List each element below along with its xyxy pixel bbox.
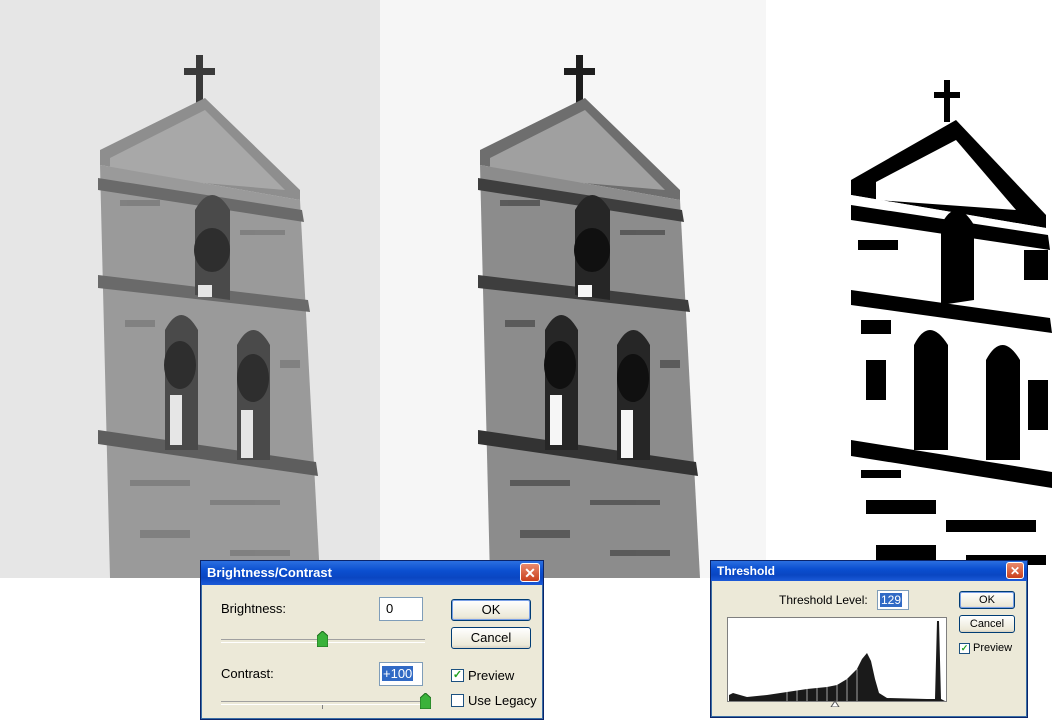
photo-contrast <box>380 0 766 578</box>
preview-label: Preview <box>468 668 515 683</box>
checkmark-icon: ✓ <box>452 669 463 681</box>
threshold-level-input[interactable]: 129 <box>877 590 909 610</box>
threshold-dialog: Threshold ✕ Threshold Level: 129 OK Canc… <box>710 560 1028 718</box>
preview-checkbox[interactable]: ✓ <box>959 643 970 654</box>
brightness-label: Brightness: <box>221 601 287 616</box>
contrast-slider-tick <box>322 705 323 709</box>
preview-checkbox[interactable]: ✓ <box>451 669 464 682</box>
checkmark-icon: ✓ <box>960 643 969 653</box>
cancel-button[interactable]: Cancel <box>451 627 531 649</box>
ok-button[interactable]: OK <box>451 599 531 621</box>
use-legacy-checkbox[interactable] <box>451 694 464 707</box>
contrast-label: Contrast: <box>221 666 274 681</box>
close-button[interactable]: ✕ <box>1006 562 1024 579</box>
dialog-title: Threshold <box>717 564 776 578</box>
contrast-slider-thumb-icon[interactable] <box>420 693 431 709</box>
photo-original <box>0 0 380 578</box>
cancel-button[interactable]: Cancel <box>959 615 1015 633</box>
contrast-value-selected[interactable]: +100 <box>382 666 414 681</box>
brightness-input[interactable]: 0 <box>379 597 423 621</box>
use-legacy-label: Use Legacy <box>468 693 537 708</box>
preview-label: Preview <box>973 642 1013 654</box>
close-icon[interactable]: ✕ <box>1010 564 1020 578</box>
close-icon[interactable]: ✕ <box>524 565 536 581</box>
threshold-level-selected[interactable]: 129 <box>880 593 903 607</box>
contrast-slider-track[interactable] <box>221 701 425 705</box>
dialog-titlebar[interactable]: Threshold ✕ <box>711 561 1027 581</box>
photo-threshold <box>766 0 1052 578</box>
contrast-input[interactable]: +100 <box>379 662 423 686</box>
brightness-contrast-dialog: Brightness/Contrast ✕ Brightness: 0 Cont… <box>200 560 544 720</box>
dialog-title: Brightness/Contrast <box>207 565 332 580</box>
ok-button[interactable]: OK <box>959 591 1015 609</box>
threshold-level-label: Threshold Level: <box>779 593 868 607</box>
close-button[interactable]: ✕ <box>520 563 540 582</box>
threshold-histogram[interactable] <box>727 617 947 707</box>
dialog-titlebar[interactable]: Brightness/Contrast ✕ <box>201 561 543 585</box>
brightness-slider-thumb-icon[interactable] <box>317 631 328 647</box>
